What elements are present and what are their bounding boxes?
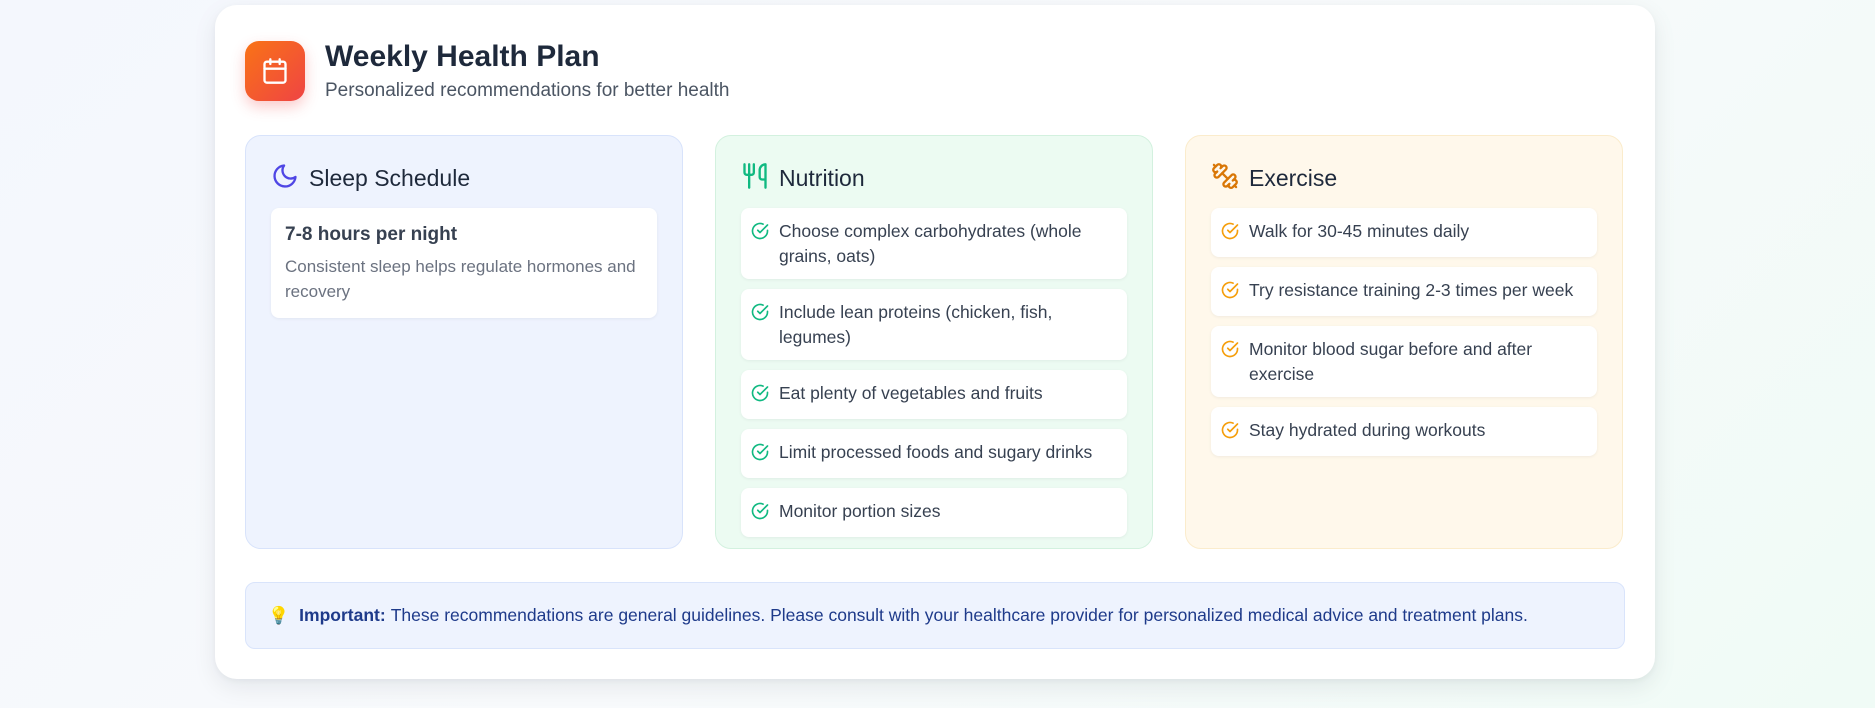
- sleep-panel-header: Sleep Schedule: [271, 162, 657, 194]
- utensils-icon: [741, 162, 769, 195]
- list-item: Limit processed foods and sugary drinks: [741, 429, 1127, 478]
- check-circle-icon: [1221, 219, 1249, 247]
- sleep-panel-title: Sleep Schedule: [309, 164, 471, 191]
- list-item: Monitor portion sizes: [741, 488, 1127, 537]
- check-circle-icon: [751, 440, 779, 468]
- sleep-description: Consistent sleep helps regulate hormones…: [285, 257, 636, 301]
- list-item: Try resistance training 2-3 times per we…: [1211, 267, 1597, 316]
- exercise-panel-header: Exercise: [1211, 162, 1597, 194]
- list-item-label: Eat plenty of vegetables and fruits: [779, 383, 1043, 403]
- check-circle-icon: [751, 381, 779, 409]
- sleep-hours: 7-8 hours per night: [285, 224, 458, 245]
- sleep-summary: 7-8 hours per night Consistent sleep hel…: [271, 208, 657, 318]
- list-item-label: Include lean proteins (chicken, fish, le…: [779, 302, 1053, 347]
- page-title: Weekly Health Plan: [325, 40, 600, 73]
- nutrition-panel-header: Nutrition: [741, 162, 1127, 194]
- list-item-label: Limit processed foods and sugary drinks: [779, 442, 1093, 462]
- page-subtitle: Personalized recommendations for better …: [325, 80, 730, 101]
- header: Weekly Health Plan Personalized recommen…: [245, 39, 730, 103]
- list-item-label: Monitor portion sizes: [779, 501, 941, 521]
- notice-text: These recommendations are general guidel…: [390, 605, 1528, 625]
- list-item: Choose complex carbohydrates (whole grai…: [741, 208, 1127, 279]
- check-circle-icon: [751, 300, 779, 328]
- list-item: Walk for 30-45 minutes daily: [1211, 208, 1597, 257]
- check-circle-icon: [751, 499, 779, 527]
- calendar-icon: [245, 41, 305, 101]
- dumbbell-icon: [1211, 162, 1239, 195]
- list-item-label: Walk for 30-45 minutes daily: [1249, 221, 1470, 241]
- list-item-label: Choose complex carbohydrates (whole grai…: [779, 221, 1082, 266]
- list-item: Stay hydrated during workouts: [1211, 407, 1597, 456]
- check-circle-icon: [751, 219, 779, 247]
- list-item: Include lean proteins (chicken, fish, le…: [741, 289, 1127, 360]
- list-item: Monitor blood sugar before and after exe…: [1211, 326, 1597, 397]
- nutrition-list: Choose complex carbohydrates (whole grai…: [741, 208, 1127, 537]
- moon-icon: [271, 162, 299, 195]
- exercise-list: Walk for 30-45 minutes daily Try resista…: [1211, 208, 1597, 456]
- check-circle-icon: [1221, 418, 1249, 446]
- important-notice: 💡 Important: These recommendations are g…: [245, 582, 1625, 649]
- notice-label: Important:: [299, 605, 386, 625]
- sleep-panel: Sleep Schedule 7-8 hours per night Consi…: [245, 135, 683, 549]
- list-item-label: Try resistance training 2-3 times per we…: [1249, 280, 1574, 300]
- nutrition-panel: Nutrition Choose complex carbohydrates (…: [715, 135, 1153, 549]
- list-item: Eat plenty of vegetables and fruits: [741, 370, 1127, 419]
- lightbulb-icon: 💡: [268, 605, 290, 625]
- health-plan-card: Weekly Health Plan Personalized recommen…: [215, 5, 1655, 679]
- nutrition-panel-title: Nutrition: [779, 164, 865, 191]
- check-circle-icon: [1221, 278, 1249, 306]
- list-item-label: Stay hydrated during workouts: [1249, 420, 1486, 440]
- exercise-panel-title: Exercise: [1249, 164, 1338, 191]
- list-item-label: Monitor blood sugar before and after exe…: [1249, 339, 1533, 384]
- check-circle-icon: [1221, 337, 1249, 365]
- exercise-panel: Exercise Walk for 30-45 minutes daily Tr…: [1185, 135, 1623, 549]
